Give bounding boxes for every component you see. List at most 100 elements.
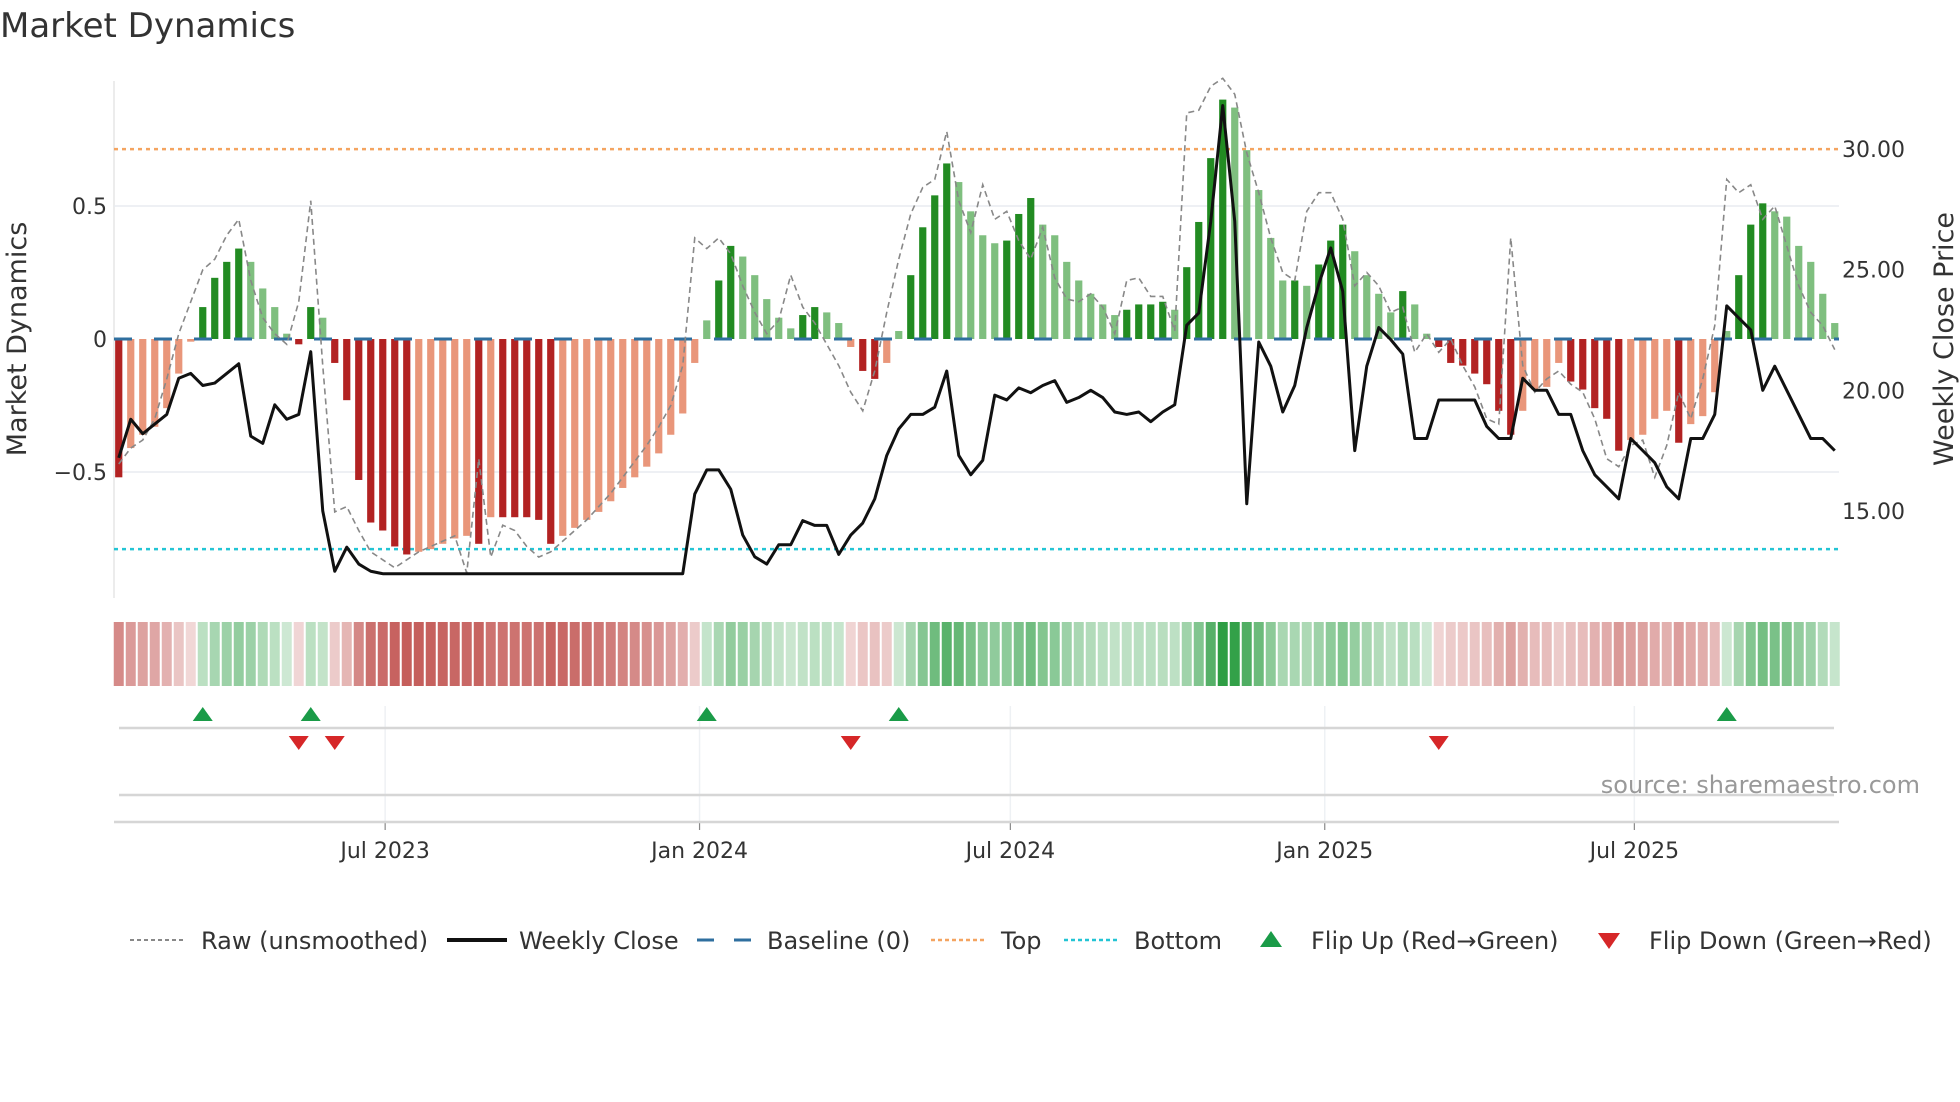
momentum-bar: [823, 312, 831, 339]
heat-cell: [149, 622, 160, 686]
momentum-bar: [859, 339, 867, 371]
heat-cell: [929, 622, 940, 686]
heat-cell: [389, 622, 400, 686]
heat-cell: [257, 622, 268, 686]
heat-cell: [1433, 622, 1444, 686]
momentum-bar: [691, 339, 699, 363]
legend-label: Flip Down (Green→Red): [1649, 927, 1932, 955]
heat-cell: [401, 622, 412, 686]
heat-cell: [1685, 622, 1696, 686]
momentum-bar: [1411, 304, 1419, 339]
heat-cell: [881, 622, 892, 686]
heat-cell: [1073, 622, 1084, 686]
heat-cell: [665, 622, 676, 686]
heat-cell: [893, 622, 904, 686]
y-tick-label: 0: [93, 328, 107, 353]
heat-cell: [437, 622, 448, 686]
heat-cell: [1313, 622, 1324, 686]
y-axis-title: Market Dynamics: [2, 222, 33, 457]
heat-cell: [497, 622, 508, 686]
x-tick-label: Jan 2025: [1274, 839, 1373, 864]
heat-cell: [1517, 622, 1528, 686]
x-tick-label: Jan 2024: [649, 839, 748, 864]
legend-flip-down-icon: [1598, 933, 1620, 949]
heat-cell: [1277, 622, 1288, 686]
heat-cell: [521, 622, 532, 686]
momentum-bar: [1135, 304, 1143, 339]
momentum-bar: [1099, 304, 1107, 339]
heat-cell: [629, 622, 640, 686]
momentum-bar: [991, 243, 999, 339]
momentum-bar: [787, 328, 795, 339]
momentum-bar: [1399, 291, 1407, 339]
momentum-bar: [1603, 339, 1611, 419]
heat-cell: [161, 622, 172, 686]
heat-cell: [1529, 622, 1540, 686]
momentum-bar: [1831, 323, 1839, 339]
momentum-bar: [1675, 339, 1683, 443]
heat-cell: [1553, 622, 1564, 686]
heat-cell: [1661, 622, 1672, 686]
heat-cell: [1181, 622, 1192, 686]
source-watermark: source: sharemaestro.com: [1601, 771, 1920, 799]
momentum-bar: [535, 339, 543, 520]
momentum-bar: [1159, 301, 1167, 339]
flip-up-marker: [300, 707, 321, 721]
heat-cell: [125, 622, 136, 686]
momentum-bar: [1351, 251, 1359, 339]
momentum-bar: [379, 339, 387, 531]
legend-item-flip_down: Flip Down (Green→Red): [1598, 927, 1932, 955]
heat-cell: [725, 622, 736, 686]
heat-cell: [1577, 622, 1588, 686]
heat-cell: [1625, 622, 1636, 686]
heat-cell: [185, 622, 196, 686]
momentum-bar: [475, 339, 483, 544]
momentum-bar: [703, 320, 711, 339]
heat-cell: [1733, 622, 1744, 686]
momentum-bar: [835, 323, 843, 339]
momentum-bar: [331, 339, 339, 363]
heat-cell: [1397, 622, 1408, 686]
momentum-bar: [247, 261, 255, 339]
raw-line: [118, 77, 1836, 574]
heat-cell: [209, 622, 220, 686]
momentum-bar: [199, 307, 207, 339]
momentum-bar: [1795, 245, 1803, 339]
momentum-bar: [175, 339, 183, 374]
heat-cell: [197, 622, 208, 686]
heat-cell: [1541, 622, 1552, 686]
momentum-bar: [1639, 339, 1647, 435]
heat-cell: [1013, 622, 1024, 686]
momentum-bar: [295, 339, 303, 345]
heat-cell: [1481, 622, 1492, 686]
momentum-bar: [451, 339, 459, 539]
momentum-bar: [1519, 339, 1527, 411]
momentum-bar: [1039, 224, 1047, 339]
momentum-bar: [679, 339, 687, 414]
momentum-bar: [355, 339, 363, 480]
momentum-bar: [1735, 275, 1743, 339]
legend-label: Bottom: [1134, 927, 1222, 955]
momentum-bar: [1567, 339, 1575, 382]
momentum-bar: [511, 339, 519, 518]
momentum-bar: [223, 261, 231, 339]
heat-cell: [1301, 622, 1312, 686]
heat-cell: [1601, 622, 1612, 686]
momentum-bar: [1627, 339, 1635, 441]
heat-cell: [689, 622, 700, 686]
legend-label: Baseline (0): [767, 927, 910, 955]
y2-tick-label: 25.00: [1842, 259, 1905, 284]
heat-cell: [329, 622, 340, 686]
momentum-bar: [1279, 280, 1287, 339]
momentum-bar: [1579, 339, 1587, 390]
momentum-bar: [1027, 198, 1035, 339]
heat-cell: [1457, 622, 1468, 686]
momentum-bar: [1747, 224, 1755, 339]
heat-cell: [1445, 622, 1456, 686]
legend-flip-up-icon: [1260, 931, 1282, 947]
legend-label: Weekly Close: [519, 927, 679, 955]
momentum-bar: [799, 315, 807, 339]
heat-cell: [569, 622, 580, 686]
momentum-bar: [1363, 275, 1371, 339]
heat-cell: [653, 622, 664, 686]
